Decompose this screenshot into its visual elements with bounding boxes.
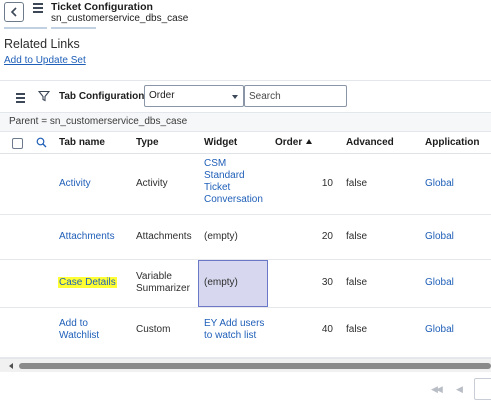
cell-application[interactable]: Global (425, 178, 454, 190)
cell-widget[interactable]: EY Add users to watch list (204, 318, 264, 342)
related-links-heading: Related Links (4, 37, 80, 51)
widget-line: Conversation (204, 194, 263, 205)
cell-tab-name[interactable]: Attachments (59, 231, 115, 243)
records-table: Tab name Type Widget Order Advanced Appl… (0, 132, 491, 358)
list-context-menu-icon[interactable] (16, 93, 25, 105)
horizontal-scrollbar[interactable] (0, 358, 491, 372)
list-title: Tab Configurations (59, 91, 150, 102)
cell-advanced: false (346, 231, 368, 242)
column-header-application[interactable]: Application (425, 132, 479, 154)
column-header-order-label: Order (275, 137, 303, 148)
magnifier-icon[interactable] (36, 137, 47, 148)
form-header: Ticket Configuration sn_customerservice_… (0, 0, 491, 31)
cell-order: 40 (321, 324, 333, 335)
column-header-advanced[interactable]: Advanced (346, 132, 394, 154)
breadcrumb[interactable]: Parent = sn_customerservice_dbs_case (0, 112, 491, 132)
widget-line: to watch list (204, 330, 257, 341)
chevron-left-icon[interactable]: ◀ (456, 384, 463, 395)
cell-tab-name[interactable]: Case Details (58, 277, 117, 289)
double-chevron-left-icon[interactable]: ◀◀ (431, 384, 443, 395)
highlighted-tab-name: Case Details (58, 277, 117, 288)
list-footer: ◀◀ ◀ (0, 372, 491, 404)
cell-widget[interactable]: (empty) (204, 277, 238, 289)
header-divider (51, 27, 96, 29)
select-all-checkbox[interactable] (12, 138, 23, 149)
cell-application[interactable]: Global (425, 324, 454, 336)
type-line: Variable (136, 271, 172, 282)
widget-line: CSM (204, 158, 227, 169)
table-row: Attachments Attachments (empty) 20 false… (0, 215, 491, 260)
table-header-row: Tab name Type Widget Order Advanced Appl… (0, 132, 491, 154)
type-line: Summarizer (136, 283, 190, 294)
chevron-down-icon (232, 95, 238, 99)
widget-line: Standard (204, 170, 245, 181)
tab-name-line: Add to (59, 318, 88, 329)
add-to-update-set-link[interactable]: Add to Update Set (4, 55, 86, 66)
sort-ascending-icon (306, 139, 313, 144)
cell-tab-name[interactable]: Activity (59, 178, 91, 190)
cell-order: 20 (321, 231, 333, 242)
cell-advanced: false (346, 178, 368, 189)
column-header-widget[interactable]: Widget (204, 132, 237, 154)
cell-advanced: false (346, 324, 368, 335)
table-row: Activity Activity CSM Standard Ticket Co… (0, 154, 491, 215)
cell-application[interactable]: Global (425, 231, 454, 243)
cell-order: 10 (321, 178, 333, 189)
table-row: Case Details Variable Summarizer (empty)… (0, 260, 491, 308)
cell-advanced: false (346, 277, 368, 288)
list-header: Tab Configurations Order (0, 80, 491, 112)
cell-type: Attachments (136, 231, 192, 242)
cell-widget[interactable]: (empty) (204, 231, 238, 243)
column-header-order[interactable]: Order (275, 132, 313, 154)
page-number-box[interactable] (474, 378, 491, 400)
form-title: Ticket Configuration (51, 1, 153, 13)
hamburger-menu-icon[interactable] (33, 3, 43, 13)
header-divider (4, 27, 47, 29)
scroll-left-arrow-icon[interactable] (9, 363, 13, 369)
cell-order: 30 (321, 277, 333, 288)
cell-application[interactable]: Global (425, 277, 454, 289)
cell-tab-name[interactable]: Add to Watchlist (59, 318, 99, 342)
funnel-filter-icon[interactable] (38, 90, 50, 102)
cell-widget[interactable]: CSM Standard Ticket Conversation (204, 158, 263, 206)
back-button[interactable] (4, 2, 24, 22)
table-row: Add to Watchlist Custom EY Add users to … (0, 308, 491, 358)
column-header-type[interactable]: Type (136, 132, 159, 154)
search-input[interactable] (244, 85, 347, 107)
search-field-value: Order (149, 90, 175, 101)
widget-line: EY Add users (204, 318, 265, 329)
tab-name-line: Watchlist (59, 330, 100, 341)
widget-line: Ticket (204, 182, 231, 193)
form-subtitle: sn_customerservice_dbs_case (51, 13, 189, 24)
column-header-tab-name[interactable]: Tab name (59, 132, 105, 154)
chevron-left-icon (10, 7, 17, 17)
cell-type: Activity (136, 178, 168, 189)
cell-type: Variable Summarizer (136, 271, 190, 295)
cell-type: Custom (136, 324, 171, 335)
scrollbar-thumb[interactable] (19, 363, 491, 369)
search-field-select[interactable]: Order (144, 85, 244, 107)
